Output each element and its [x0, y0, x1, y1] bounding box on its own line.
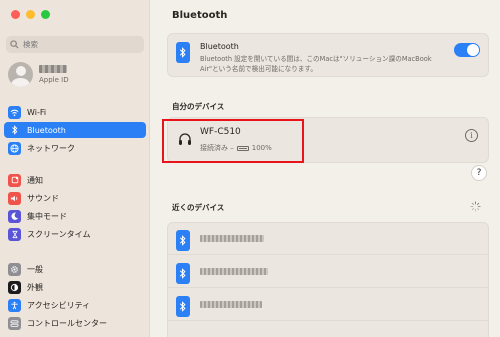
sidebar-item-label: 一般	[27, 264, 43, 274]
bluetooth-icon	[8, 123, 21, 137]
bluetooth-icon	[176, 42, 190, 63]
sidebar-item-focus[interactable]: 集中モード	[4, 208, 146, 224]
toggle-knob	[467, 44, 479, 56]
account-subtitle: Apple ID	[39, 76, 69, 84]
account-name-redacted	[39, 65, 67, 73]
sidebar-item-label: サウンド	[27, 193, 59, 203]
avatar	[8, 62, 33, 87]
moon-icon	[8, 209, 21, 223]
device-name: WF-C510	[200, 127, 241, 137]
nearby-devices-heading: 近くのデバイス	[172, 203, 225, 212]
sidebar-item-label: アクセシビリティ	[27, 300, 91, 310]
search-icon	[10, 40, 19, 49]
apple-id-account[interactable]: Apple ID	[8, 62, 69, 87]
list-item[interactable]	[168, 256, 488, 288]
sidebar-item-label: コントロールセンター	[27, 318, 107, 328]
sidebar-group-focus: 通知 サウンド 集中モード スクリーンタイム	[4, 172, 146, 244]
my-devices-card: WF-C510 接続済み – 100% i	[162, 117, 489, 163]
sidebar: Apple ID Wi-Fi Bluetooth ネットワーク	[0, 0, 150, 337]
device-name-redacted	[200, 235, 264, 242]
bluetooth-toggle[interactable]	[454, 43, 480, 57]
bluetooth-icon	[176, 230, 190, 251]
sidebar-item-label: 通知	[27, 175, 43, 185]
close-window-button[interactable]	[11, 10, 20, 19]
control-center-icon	[8, 316, 21, 330]
bluetooth-icon	[176, 296, 190, 317]
sidebar-item-control-center[interactable]: コントロールセンター	[4, 315, 146, 331]
sidebar-item-label: スクリーンタイム	[27, 229, 91, 239]
device-battery-level: 100%	[251, 144, 272, 152]
sidebar-item-notifications[interactable]: 通知	[4, 172, 146, 188]
list-item[interactable]	[168, 289, 488, 321]
speaker-icon	[8, 191, 21, 205]
sidebar-group-connectivity: Wi-Fi Bluetooth ネットワーク	[4, 104, 146, 158]
loading-spinner-icon	[470, 201, 481, 212]
list-item[interactable]	[168, 223, 488, 255]
battery-icon	[236, 145, 249, 151]
hourglass-icon	[8, 227, 21, 241]
nearby-devices-list	[167, 222, 489, 337]
sidebar-item-wifi[interactable]: Wi-Fi	[4, 104, 146, 120]
device-name-redacted	[200, 268, 268, 275]
globe-icon	[8, 141, 21, 155]
sidebar-item-bluetooth[interactable]: Bluetooth	[4, 122, 146, 138]
search-input[interactable]	[23, 40, 133, 49]
accessibility-icon	[8, 298, 21, 312]
sidebar-item-label: 外観	[27, 282, 43, 292]
zoom-window-button[interactable]	[41, 10, 50, 19]
bluetooth-setting-title: Bluetooth	[200, 42, 239, 51]
minimize-window-button[interactable]	[26, 10, 35, 19]
help-button[interactable]: ?	[471, 165, 487, 181]
appearance-icon	[8, 280, 21, 294]
sidebar-item-sound[interactable]: サウンド	[4, 190, 146, 206]
search-field[interactable]	[6, 36, 144, 53]
device-connection-status: 接続済み –	[200, 144, 234, 152]
sidebar-item-label: 集中モード	[27, 211, 67, 221]
sidebar-item-screen-time[interactable]: スクリーンタイム	[4, 226, 146, 242]
bluetooth-setting-card: Bluetooth Bluetooth 設定を開いている間は、このMacは"ソリ…	[167, 33, 489, 77]
page-title: Bluetooth	[172, 10, 228, 21]
headphones-icon	[179, 133, 191, 145]
sidebar-item-appearance[interactable]: 外観	[4, 279, 146, 295]
sidebar-item-label: Bluetooth	[27, 125, 66, 135]
sidebar-item-general[interactable]: 一般	[4, 261, 146, 277]
my-devices-heading: 自分のデバイス	[172, 102, 225, 111]
gear-icon	[8, 262, 21, 276]
bluetooth-icon	[176, 263, 190, 284]
device-status: 接続済み – 100%	[200, 143, 272, 153]
sidebar-item-label: Wi-Fi	[27, 107, 47, 117]
device-name-redacted	[200, 301, 262, 308]
window-controls	[11, 10, 50, 19]
bluetooth-setting-description: Bluetooth 設定を開いている間は、このMacは"ソリューション課のMac…	[200, 55, 432, 73]
sidebar-item-network[interactable]: ネットワーク	[4, 140, 146, 156]
main-pane: Bluetooth Bluetooth Bluetooth 設定を開いている間は…	[151, 0, 500, 337]
bell-icon	[8, 173, 21, 187]
sidebar-item-label: ネットワーク	[27, 143, 75, 153]
sidebar-item-accessibility[interactable]: アクセシビリティ	[4, 297, 146, 313]
sidebar-group-system: 一般 外観 アクセシビリティ コントロールセンター	[4, 261, 146, 333]
wifi-icon	[8, 105, 21, 119]
device-info-button[interactable]: i	[465, 129, 478, 142]
